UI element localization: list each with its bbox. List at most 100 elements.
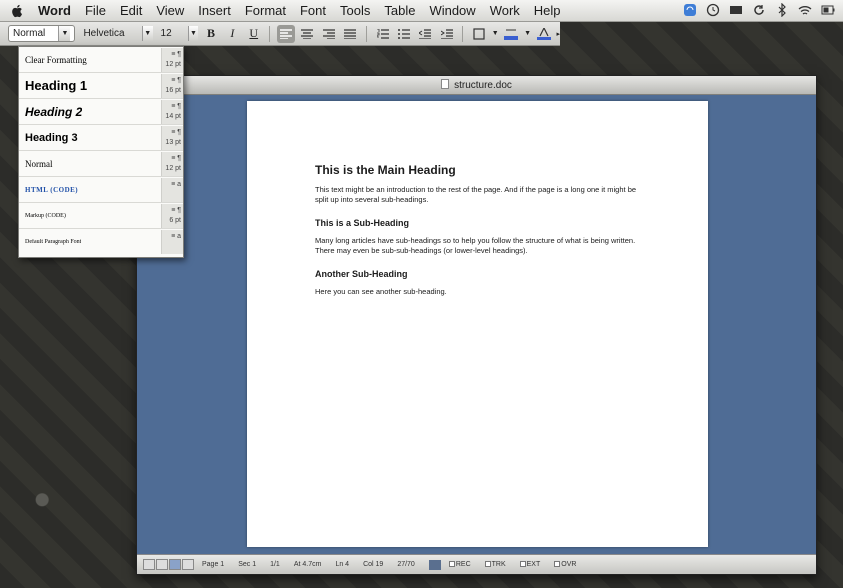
trk-label: TRK xyxy=(491,561,506,568)
highlight-icon xyxy=(504,29,519,40)
status-trk[interactable]: TRK xyxy=(484,561,506,568)
font-chevron-down-icon[interactable]: ▼ xyxy=(141,26,153,41)
menu-window[interactable]: Window xyxy=(429,3,475,18)
font-select[interactable]: Helvetica xyxy=(79,25,137,42)
ext-checkbox[interactable] xyxy=(519,561,526,567)
document-window: structure.doc This is the Main Heading T… xyxy=(136,75,817,575)
document-page[interactable]: This is the Main Heading This text might… xyxy=(247,101,708,547)
document-titlebar[interactable]: structure.doc xyxy=(137,76,816,95)
menu-format[interactable]: Format xyxy=(245,3,286,18)
document-icon xyxy=(441,79,450,89)
sync-icon[interactable] xyxy=(683,3,697,17)
ovr-checkbox[interactable] xyxy=(554,561,561,567)
menu-font[interactable]: Font xyxy=(300,3,326,18)
style-item-size: ≡ ¶ 12 pt xyxy=(161,47,183,72)
font-size-value: 12 xyxy=(160,28,172,39)
highlight-chevron-down-icon[interactable]: ▼ xyxy=(524,30,531,37)
decrease-indent-button[interactable] xyxy=(417,25,434,43)
font-size-select[interactable]: 12 xyxy=(157,25,184,42)
ovr-label: OVR xyxy=(561,561,577,568)
spelling-book-icon[interactable] xyxy=(428,559,441,570)
borders-button[interactable] xyxy=(470,25,487,43)
bold-button[interactable]: B xyxy=(202,25,219,43)
menu-file[interactable]: File xyxy=(85,3,106,18)
style-item-markup-code[interactable]: Markup (CODE) ≡ ¶ 6 pt xyxy=(19,203,183,229)
rec-checkbox[interactable] xyxy=(448,561,455,567)
menu-table[interactable]: Table xyxy=(384,3,415,18)
style-item-size-text: 14 pt xyxy=(165,112,181,120)
apple-icon[interactable] xyxy=(10,4,24,18)
underline-button[interactable]: U xyxy=(245,25,262,43)
bulleted-list-button[interactable] xyxy=(395,25,412,43)
status-page: Page 1 xyxy=(202,561,225,568)
increase-indent-icon xyxy=(440,28,453,39)
style-item-size-text: 16 pt xyxy=(165,86,181,94)
style-item-default-paragraph-font[interactable]: Default Paragraph Font ≡ a xyxy=(19,229,183,255)
bluetooth-icon[interactable] xyxy=(775,2,789,18)
bulleted-list-icon xyxy=(397,28,410,39)
style-select[interactable]: Normal ▼ xyxy=(8,25,76,42)
style-item-size-text: 12 pt xyxy=(165,60,181,68)
status-line: Ln 4 xyxy=(335,561,350,568)
draft-view-button[interactable] xyxy=(143,559,155,570)
increase-indent-button[interactable] xyxy=(438,25,455,43)
battery-icon[interactable] xyxy=(821,3,835,17)
style-item-label: Markup (CODE) xyxy=(25,212,66,219)
notebook-view-button[interactable] xyxy=(182,559,194,570)
menu-work[interactable]: Work xyxy=(490,3,520,18)
style-dropdown-menu: Clear Formatting ≡ ¶ 12 pt Heading 1 ≡ ¶ 1… xyxy=(18,46,184,258)
style-item-size: ≡ a xyxy=(161,230,183,254)
menu-insert[interactable]: Insert xyxy=(198,3,231,18)
menu-help[interactable]: Help xyxy=(534,3,561,18)
font-color-button[interactable] xyxy=(535,25,552,43)
more-chevron-right-icon[interactable]: ▸ xyxy=(556,30,560,38)
time-machine-icon[interactable] xyxy=(706,3,720,17)
outline-view-button[interactable] xyxy=(156,559,168,570)
align-left-button[interactable] xyxy=(277,24,295,43)
sub-heading: This is a Sub-Heading xyxy=(315,218,410,228)
rec-label: REC xyxy=(455,561,471,568)
chevron-down-icon[interactable]: ▼ xyxy=(58,26,71,41)
menu-view[interactable]: View xyxy=(156,3,184,18)
style-item-heading-1[interactable]: Heading 1 ≡ ¶ 16 pt xyxy=(19,73,183,99)
style-item-html-code[interactable]: HTML (CODE) ≡ a xyxy=(19,177,183,203)
status-ovr[interactable]: OVR xyxy=(554,561,576,568)
numbered-list-icon xyxy=(376,28,389,39)
style-item-label: Heading 2 xyxy=(25,104,83,119)
style-item-size: ≡ ¶ 12 pt xyxy=(161,151,183,176)
main-heading: This is the Main Heading xyxy=(315,163,456,177)
menu-word[interactable]: Word xyxy=(38,3,71,18)
wifi-icon[interactable] xyxy=(798,3,812,17)
align-center-icon xyxy=(301,28,314,39)
style-item-normal[interactable]: Normal ≡ ¶ 12 pt xyxy=(19,151,183,177)
paragraph: Here you can see another sub-heading. xyxy=(315,287,447,296)
status-bar: Page 1 Sec 1 1/1 At 4.7cm Ln 4 Col 19 27… xyxy=(137,554,816,574)
borders-chevron-down-icon[interactable]: ▼ xyxy=(492,30,499,37)
menu-edit[interactable]: Edit xyxy=(120,3,142,18)
highlight-button[interactable] xyxy=(503,25,520,43)
style-item-heading-2[interactable]: Heading 2 ≡ ¶ 14 pt xyxy=(19,99,183,125)
status-rec[interactable]: REC xyxy=(448,561,471,568)
menu-tools[interactable]: Tools xyxy=(340,3,370,18)
italic-button[interactable]: I xyxy=(224,25,241,43)
align-center-button[interactable] xyxy=(299,25,316,43)
size-chevron-down-icon[interactable]: ▼ xyxy=(187,26,199,41)
style-item-heading-3[interactable]: Heading 3 ≡ ¶ 13 pt xyxy=(19,125,183,151)
style-item-clear-formatting[interactable]: Clear Formatting ≡ ¶ 12 pt xyxy=(19,47,183,73)
status-section: Sec 1 xyxy=(238,561,257,568)
refresh-icon[interactable] xyxy=(752,3,766,17)
justify-icon xyxy=(344,28,357,39)
borders-icon xyxy=(473,27,485,40)
display-icon[interactable] xyxy=(729,3,743,17)
justify-button[interactable] xyxy=(342,25,359,43)
print-layout-view-button[interactable] xyxy=(169,559,181,570)
status-icons xyxy=(683,2,835,18)
numbered-list-button[interactable] xyxy=(374,25,391,43)
style-item-size-text: 13 pt xyxy=(165,138,181,146)
style-item-size: ≡ ¶ 6 pt xyxy=(161,203,183,228)
trk-checkbox[interactable] xyxy=(484,561,491,567)
status-ext[interactable]: EXT xyxy=(519,561,540,568)
status-position: At 4.7cm xyxy=(293,561,322,568)
sub-heading: Another Sub-Heading xyxy=(315,269,408,279)
align-right-button[interactable] xyxy=(320,25,337,43)
